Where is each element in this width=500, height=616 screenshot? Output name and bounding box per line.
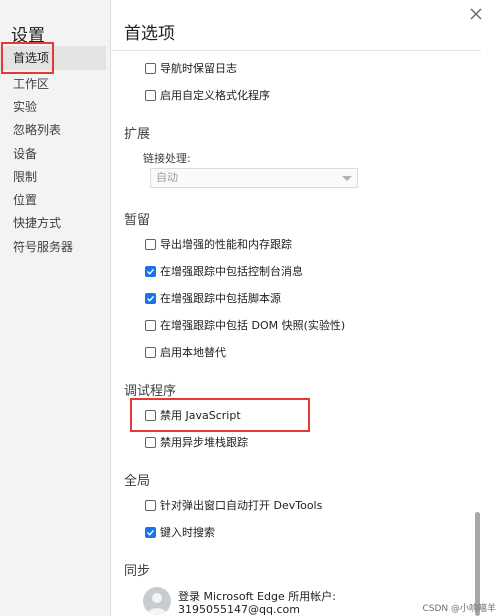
option-export-traces[interactable]: 导出增强的性能和内存跟踪 [145,236,292,252]
checkbox[interactable] [145,346,156,358]
option-search-as-you-type[interactable]: 键入时搜索 [145,524,215,540]
sidebar-item-experiments[interactable]: 实验 [13,98,37,115]
option-label: 键入时搜索 [160,526,215,539]
checkbox[interactable] [145,319,156,331]
header-divider [111,50,481,51]
section-title-persistence: 暂留 [124,213,151,228]
highlight-box-preferences [1,42,54,74]
checkbox-checked[interactable] [145,526,156,538]
option-include-dom-snapshot[interactable]: 在增强跟踪中包括 DOM 快照(实验性) [145,317,345,333]
option-preserve-log[interactable]: 导航时保留日志 [145,60,237,76]
section-title-global: 全局 [124,474,151,489]
option-label: 在增强跟踪中包括控制台消息 [160,265,303,278]
checkbox[interactable] [145,238,156,250]
option-include-script-source[interactable]: 在增强跟踪中包括脚本源 [145,290,281,306]
checkmark-icon [147,529,155,536]
watermark: CSDN @小响喵羊 [422,604,496,614]
checkbox[interactable] [145,499,156,511]
sidebar-item-throttling[interactable]: 限制 [13,168,37,185]
option-include-console[interactable]: 在增强跟踪中包括控制台消息 [145,263,303,279]
section-title-sync: 同步 [124,564,151,579]
sync-account-label: 登录 Microsoft Edge 所用帐户: [178,590,336,603]
option-disable-async-stack[interactable]: 禁用异步堆栈跟踪 [145,434,248,450]
option-auto-open-devtools[interactable]: 针对弹出窗口自动打开 DevTools [145,497,322,513]
section-title-extensions: 扩展 [124,127,151,142]
checkbox-checked[interactable] [145,265,156,277]
close-icon[interactable] [466,4,486,24]
option-label: 针对弹出窗口自动打开 DevTools [160,499,323,512]
highlight-box-disable-javascript [130,398,310,432]
sidebar-item-ignore-list[interactable]: 忽略列表 [13,121,61,138]
checkbox-checked[interactable] [145,292,156,304]
select-value: 自动 [156,171,178,184]
checkmark-icon [147,268,155,275]
page-title: 首选项 [124,24,175,44]
option-custom-formatters[interactable]: 启用自定义格式化程序 [145,87,270,103]
chevron-down-icon [342,176,352,181]
checkmark-icon [147,295,155,302]
sidebar-divider [110,0,111,616]
checkbox[interactable] [145,89,156,101]
sync-account-email: 3195055147@qq.com [178,603,300,616]
link-handling-select[interactable]: 自动 [150,168,358,188]
checkbox[interactable] [145,436,156,448]
option-label: 启用自定义格式化程序 [160,89,270,102]
section-title-debugger: 调试程序 [124,384,177,399]
option-label: 在增强跟踪中包括脚本源 [160,292,281,305]
option-label: 在增强跟踪中包括 DOM 快照(实验性) [160,319,346,332]
option-label: 禁用异步堆栈跟踪 [160,436,248,449]
sidebar-item-symbol-servers[interactable]: 符号服务器 [13,238,73,255]
user-icon [147,593,167,615]
sidebar-item-devices[interactable]: 设备 [13,145,37,162]
sidebar-item-shortcuts[interactable]: 快捷方式 [13,214,61,231]
option-label: 导出增强的性能和内存跟踪 [160,238,292,251]
option-local-overrides[interactable]: 启用本地替代 [145,344,226,360]
link-handling-label: 链接处理: [143,152,191,165]
avatar [143,587,171,615]
settings-sidebar: 设置 首选项 工作区 实验 忽略列表 设备 限制 位置 快捷方式 符号服务器 [0,0,110,616]
checkbox[interactable] [145,62,156,74]
option-label: 导航时保留日志 [160,62,237,75]
option-label: 启用本地替代 [160,346,226,359]
sidebar-item-workspace[interactable]: 工作区 [13,75,49,92]
sidebar-item-locations[interactable]: 位置 [13,191,37,208]
